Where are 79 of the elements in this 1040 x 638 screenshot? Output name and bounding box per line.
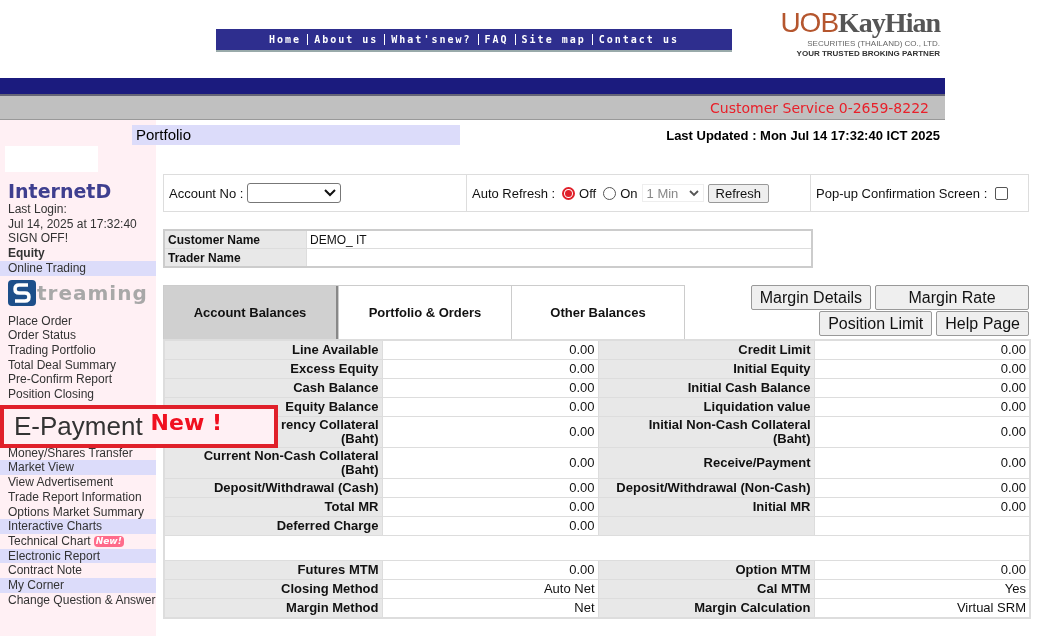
checkbox[interactable]	[995, 186, 1009, 200]
account-label: Account No :	[169, 185, 244, 201]
nav-link[interactable]: Home	[263, 34, 308, 45]
page-title: Portfolio	[132, 125, 460, 145]
chevron-down-icon	[688, 189, 699, 197]
label-cell: Closing Method	[164, 579, 382, 599]
sidebar-link[interactable]: Trading Portfolio	[0, 342, 156, 358]
nav-link[interactable]: What'snew?	[384, 34, 478, 45]
section-header: Electronic Report	[0, 548, 156, 564]
value-cell: 0.00	[382, 416, 598, 448]
sidebar-link[interactable]: Options Market Summary	[0, 504, 156, 520]
radio-label: Off	[579, 185, 597, 201]
sidebar-link[interactable]: Change Question & Answer	[0, 592, 156, 608]
action-button[interactable]: Margin Details	[750, 285, 871, 310]
section-header: Interactive Charts	[0, 519, 156, 534]
label-cell: Cash Balance	[164, 378, 382, 398]
value-cell: 0.00	[382, 397, 598, 417]
label-cell: Excess Equity	[164, 359, 382, 379]
label-cell: Deferred Charge	[164, 516, 382, 536]
value-cell: 0.00	[382, 340, 598, 360]
new-badge: New!	[93, 535, 124, 547]
sidebar-link[interactable]: Money/Shares Transfer	[0, 445, 156, 461]
sidebar-link[interactable]: Total Deal Summary	[0, 357, 156, 373]
nav-link[interactable]: About us	[307, 34, 385, 45]
label-cell: Line Available	[164, 340, 382, 360]
popup-confirmation-label: Pop-up Confirmation Screen :	[816, 185, 988, 201]
label-cell: Futures MTM	[164, 560, 382, 580]
value-cell: 0.00	[382, 560, 598, 580]
value-cell: 0.00	[382, 478, 598, 498]
sidebar-link[interactable]: Trade Report Information	[0, 489, 156, 505]
value-cell: 0.00	[382, 497, 598, 517]
interval-dropdown[interactable]: 1 Min	[641, 184, 704, 202]
value-cell: 0.00	[382, 516, 598, 536]
label-cell: Deposit/Withdrawal (Cash)	[164, 478, 382, 498]
sidebar-link[interactable]: SIGN OFF!	[0, 231, 156, 247]
sidebar-link[interactable]: Pre-Confirm Report	[0, 372, 156, 388]
sidebar-link[interactable]: Technical Chart New!	[0, 533, 156, 549]
account-dropdown[interactable]	[247, 183, 342, 203]
nav-link[interactable]: Contact us	[591, 34, 685, 45]
e-payment-label: E-Payment	[14, 411, 143, 442]
sidebar-link[interactable]: Place Order	[0, 313, 156, 329]
company-logo: UOBKayHian SECURITIES (THAILAND) CO., LTD. YOUR TRUSTED BROKING PARTNER	[779, 6, 940, 60]
login-text: Last Login:	[7, 202, 68, 217]
action-button[interactable]: Position Limit	[819, 311, 933, 336]
value-cell: 0.00	[382, 378, 598, 398]
value-cell: 0.00	[382, 447, 598, 479]
last-updated-text: Last Updated : Mon Jul 14 17:32:40 ICT 2025	[666, 127, 941, 143]
field-label: Customer Name	[164, 230, 307, 249]
chevron-down-icon	[324, 189, 337, 197]
section-header: Market View	[0, 460, 156, 476]
action-button[interactable]: Margin Rate	[875, 285, 1029, 310]
radio-button[interactable]	[562, 186, 576, 200]
label-cell: Current Non-Cash Collateral (Baht)	[164, 447, 382, 479]
nav-link[interactable]: FAQ	[477, 34, 515, 45]
brand-name: InternetD	[7, 180, 113, 202]
refresh-button[interactable]: Refresh	[707, 183, 770, 203]
auto-refresh-label: Auto Refresh :	[472, 185, 556, 201]
label-cell: Receive/Payment	[598, 447, 814, 479]
sidebar-link[interactable]: Position Closing	[0, 387, 156, 402]
sidebar-link[interactable]: Order Status	[0, 328, 156, 343]
tab[interactable]: Account Balances	[164, 286, 338, 339]
streaming-logo: treaming	[8, 279, 156, 306]
label-cell: Initial Non-Cash Collateral (Baht)	[598, 416, 814, 448]
radio-label: On	[620, 185, 638, 201]
e-payment-banner[interactable]: E-Payment New !	[0, 405, 278, 448]
label-cell: Credit Limit	[598, 340, 814, 360]
section-header: Online Trading	[0, 260, 156, 276]
category-label: Equity	[7, 246, 46, 261]
label-cell: Margin Method	[164, 598, 382, 618]
sidebar-link[interactable]: View Advertisement	[0, 475, 156, 490]
login-text: Jul 14, 2025 at 17:32:40	[7, 216, 138, 232]
label-cell: Total MR	[164, 497, 382, 517]
value-cell: Auto Net	[382, 579, 598, 599]
section-header: My Corner	[0, 578, 156, 593]
value-cell: 0.00	[382, 359, 598, 379]
nav-link[interactable]: Site map	[514, 34, 592, 45]
customer-service-text: Customer Service 0-2659-8222	[710, 99, 930, 116]
sidebar-link[interactable]: Contract Note	[0, 563, 156, 579]
action-button[interactable]: Help Page	[936, 311, 1029, 336]
